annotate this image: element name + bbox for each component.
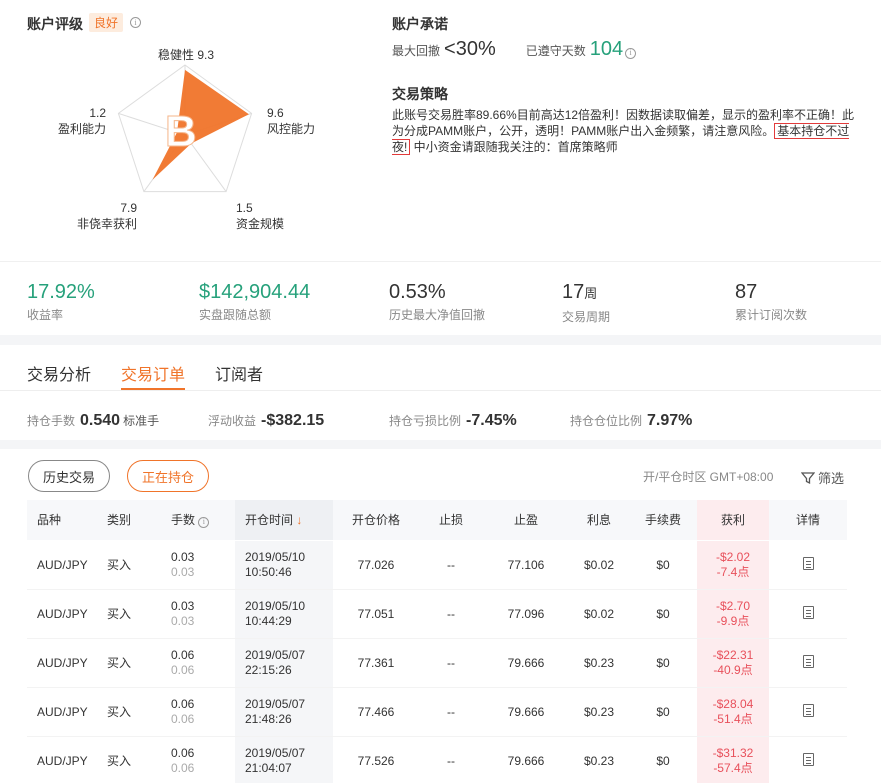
col-interest: 利息 [569,500,629,541]
col-open-time[interactable]: 开仓时间 ↓ [235,500,333,541]
radar-label-capital: 1.5 资金规模 [236,201,285,231]
strategy-title: 交易策略 [392,86,448,102]
table-row: AUD/JPY 买入 0.06 0.06 2019/05/07 22:15:26 7… [27,638,847,688]
table-row: AUD/JPY 买入 0.03 0.03 2019/05/10 10:44:29 7… [27,589,847,639]
positions-table: 品种 类别 手数 i 开仓时间 ↓ 开仓价格 止损 止盈 利息 手续费 获利 详… [27,500,847,783]
stat-max-drawdown: 0.53% 历史最大净值回撤 [389,281,486,322]
table-header: 品种 类别 手数 i 开仓时间 ↓ 开仓价格 止损 止盈 利息 手续费 获利 详… [27,500,847,541]
timezone-label: 开/平仓时区 GMT+08:00 [643,470,774,484]
col-stop-loss: 止损 [419,500,483,541]
summary-loss-ratio: 持仓亏损比例 -7.45% [389,412,517,429]
days-label: 已遵守天数 [525,44,586,58]
divider [0,261,881,262]
active-tab-indicator [121,388,185,390]
commitment-title: 账户承诺 [392,16,448,32]
info-icon[interactable]: i [130,17,141,28]
commitment-row: 最大回撤 <30% 已遵守天数 104 i [392,38,637,61]
details-doc-icon[interactable] [802,605,814,619]
divider [0,440,881,449]
radar-label-profit: 1.2 盈利能力 [58,106,107,136]
strategy-text: 此账号交易胜率89.66%目前高达12倍盈利！因数据读取偏差，显示的盈利率不正确… [392,108,855,155]
table-row: AUD/JPY 买入 0.03 0.03 2019/05/10 10:50:46 7… [27,540,847,590]
tab-subscribers[interactable]: 订阅者 [215,361,263,385]
divider [0,335,881,345]
radar-label-nonluck: 7.9 非侥幸获利 [77,201,138,231]
col-open-price: 开仓价格 [333,500,419,541]
filter-button[interactable]: 筛选 [801,468,844,487]
sort-desc-icon: ↓ [296,513,303,528]
details-doc-icon[interactable] [802,556,814,570]
open-positions-button[interactable]: 正在持仓 [127,460,210,492]
tab-trade-analysis[interactable]: 交易分析 [27,361,91,385]
details-doc-icon[interactable] [802,752,814,766]
radar-label-risk: 9.6 风控能力 [267,106,316,136]
details-doc-icon[interactable] [802,654,814,668]
stat-follow-total: $142,904.44 实盘跟随总额 [199,281,311,322]
stat-return: 17.92% 收益率 [27,281,95,322]
col-type: 类别 [97,500,161,541]
summary-lots: 持仓手数 0.540 标准手 [27,412,160,429]
stat-subscriptions: 87 累计订阅次数 [735,281,808,322]
col-symbol: 品种 [27,500,97,541]
filter-icon [801,471,815,484]
rating-badge: 良好 [89,13,124,32]
divider [0,390,881,391]
table-row: AUD/JPY 买入 0.06 0.06 2019/05/07 21:48:26 7… [27,687,847,737]
summary-floating: 浮动收益 -$382.15 [208,412,325,429]
info-icon[interactable]: i [625,47,637,59]
col-take-profit: 止盈 [483,500,569,541]
table-row: AUD/JPY 买入 0.06 0.06 2019/05/07 21:04:07 7… [27,736,847,783]
summary-position-ratio: 持仓仓位比例 7.97% [570,412,693,429]
details-doc-icon[interactable] [802,703,814,717]
history-trades-button[interactable]: 历史交易 [28,460,111,492]
info-icon: i [198,516,210,528]
rating-grade: B [165,107,198,156]
radar-label-stability: 稳健性 9.3 [158,48,215,62]
col-lots[interactable]: 手数 i [161,500,235,541]
tab-trade-orders[interactable]: 交易订单 [121,361,185,385]
col-fee: 手续费 [629,500,697,541]
max-drawdown-value: <30% [444,38,496,60]
stat-trade-period: 17周 交易周期 [562,281,611,324]
col-profit: 获利 [697,500,769,541]
days-value: 104 [589,38,624,60]
rating-title: 账户评级 [27,16,83,32]
col-details: 详情 [769,500,847,541]
max-drawdown-label: 最大回撤 [392,44,441,58]
